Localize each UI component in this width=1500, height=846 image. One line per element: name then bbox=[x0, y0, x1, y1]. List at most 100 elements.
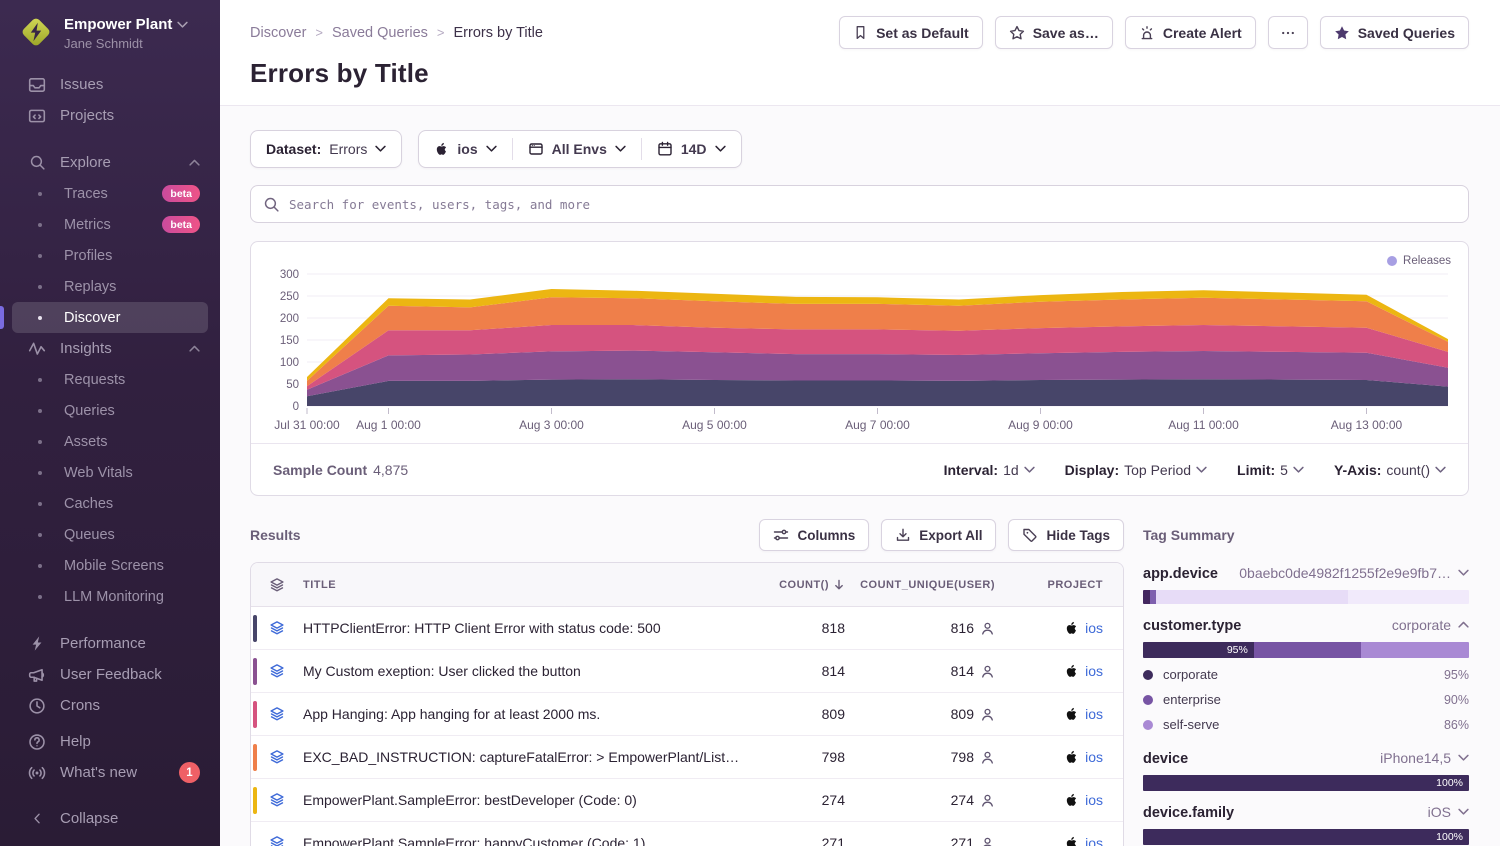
sidebar-item-label: Crons bbox=[60, 697, 100, 714]
sidebar-item-whats-new[interactable]: What's new1 bbox=[12, 757, 208, 788]
project-link[interactable]: ios bbox=[1064, 620, 1103, 636]
sidebar-item-queries[interactable]: Queries bbox=[12, 395, 208, 426]
project-link[interactable]: ios bbox=[1064, 706, 1103, 722]
column-header-count[interactable]: COUNT() bbox=[763, 579, 863, 591]
sidebar-item-mobile-screens[interactable]: Mobile Screens bbox=[12, 550, 208, 581]
column-header-project[interactable]: PROJECT bbox=[1013, 579, 1121, 591]
sidebar-item-crons[interactable]: Crons bbox=[12, 690, 208, 721]
display-value: Top Period bbox=[1124, 462, 1191, 478]
tag-top-value[interactable]: iOS bbox=[1428, 804, 1469, 820]
sidebar-item-label: Queries bbox=[64, 403, 115, 419]
bullet-icon bbox=[38, 316, 42, 320]
table-row[interactable]: EmpowerPlant.SampleError: bestDeveloper … bbox=[251, 779, 1123, 822]
sidebar-item-issues[interactable]: Issues bbox=[12, 69, 208, 100]
count-unique-value: 816 bbox=[951, 620, 974, 636]
chart-legend-releases[interactable]: Releases bbox=[1387, 255, 1451, 267]
sidebar-item-llm-monitoring[interactable]: LLM Monitoring bbox=[12, 581, 208, 612]
sidebar-item-assets[interactable]: Assets bbox=[12, 426, 208, 457]
y-axis-label: Y-Axis: bbox=[1334, 462, 1381, 478]
column-header-count-unique[interactable]: COUNT_UNIQUE(USER) bbox=[863, 579, 1013, 591]
results-heading: Results bbox=[250, 527, 301, 543]
date-range-filter[interactable]: 14D bbox=[642, 131, 741, 167]
project-link[interactable]: ios bbox=[1064, 835, 1103, 846]
count-value: 271 bbox=[763, 835, 863, 846]
tag-top-value[interactable]: corporate bbox=[1392, 617, 1469, 633]
sidebar-item-label: Discover bbox=[64, 310, 120, 326]
sidebar-item-traces[interactable]: Tracesbeta bbox=[12, 178, 208, 209]
count-unique-value: 274 bbox=[951, 792, 974, 808]
set-as-default-button[interactable]: Set as Default bbox=[839, 16, 983, 49]
sidebar-item-web-vitals[interactable]: Web Vitals bbox=[12, 457, 208, 488]
clock-icon bbox=[28, 697, 46, 715]
display-control[interactable]: Display:Top Period bbox=[1065, 462, 1207, 478]
org-switcher[interactable]: Empower Plant Jane Schmidt bbox=[12, 14, 208, 51]
error-title: HTTPClientError: HTTP Client Error with … bbox=[303, 620, 661, 636]
project-link[interactable]: ios bbox=[1064, 663, 1103, 679]
count-value: 818 bbox=[763, 620, 863, 636]
column-header-title[interactable]: TITLE bbox=[303, 579, 763, 591]
table-row[interactable]: EXC_BAD_INSTRUCTION: captureFatalError: … bbox=[251, 736, 1123, 779]
table-row[interactable]: HTTPClientError: HTTP Client Error with … bbox=[251, 607, 1123, 650]
chevron-up-icon bbox=[189, 159, 200, 167]
legend-dot bbox=[1143, 720, 1153, 730]
table-row[interactable]: App Hanging: App hanging for at least 20… bbox=[251, 693, 1123, 736]
sidebar-item-replays[interactable]: Replays bbox=[12, 271, 208, 302]
sidebar-item-requests[interactable]: Requests bbox=[12, 364, 208, 395]
sidebar-item-label: Issues bbox=[60, 76, 103, 93]
sidebar-item-profiles[interactable]: Profiles bbox=[12, 240, 208, 271]
sidebar-item-explore[interactable]: Explore bbox=[12, 147, 208, 178]
project-link[interactable]: ios bbox=[1064, 749, 1103, 765]
sidebar-item-caches[interactable]: Caches bbox=[12, 488, 208, 519]
legend-dot bbox=[1143, 670, 1153, 680]
limit-control[interactable]: Limit:5 bbox=[1237, 462, 1304, 478]
sidebar-item-metrics[interactable]: Metricsbeta bbox=[12, 209, 208, 240]
breadcrumb-discover[interactable]: Discover bbox=[250, 25, 306, 41]
sidebar-item-user-feedback[interactable]: User Feedback bbox=[12, 659, 208, 690]
hide-tags-button[interactable]: Hide Tags bbox=[1008, 519, 1124, 551]
bookmark-icon bbox=[853, 25, 868, 40]
tag-top-value[interactable]: iPhone14,5 bbox=[1380, 750, 1469, 766]
dataset-selector[interactable]: Dataset: Errors bbox=[250, 130, 402, 168]
saved-queries-button[interactable]: Saved Queries bbox=[1320, 16, 1469, 49]
breadcrumb-saved-queries[interactable]: Saved Queries bbox=[332, 25, 428, 41]
environment-filter[interactable]: All Envs bbox=[513, 131, 641, 167]
tag-top-value[interactable]: 0baebc0de4982f1255f2e9e9fb7… bbox=[1239, 565, 1469, 581]
table-row[interactable]: My Custom exeption: User clicked the but… bbox=[251, 650, 1123, 693]
apple-icon bbox=[1064, 750, 1079, 765]
beta-badge: beta bbox=[162, 185, 200, 202]
siren-icon bbox=[1139, 25, 1155, 41]
bullet-icon bbox=[38, 564, 42, 568]
sidebar-item-performance[interactable]: Performance bbox=[12, 628, 208, 659]
apple-icon bbox=[1064, 707, 1079, 722]
legend-label: enterprise bbox=[1163, 692, 1221, 707]
save-as-button[interactable]: Save as… bbox=[995, 16, 1113, 49]
more-button[interactable] bbox=[1268, 16, 1308, 49]
interval-control[interactable]: Interval:1d bbox=[944, 462, 1035, 478]
legend-percent: 90% bbox=[1444, 693, 1469, 707]
sidebar-item-label: Mobile Screens bbox=[64, 558, 164, 574]
y-axis-control[interactable]: Y-Axis:count() bbox=[1334, 462, 1446, 478]
project-filter[interactable]: ios bbox=[419, 131, 511, 167]
create-alert-button[interactable]: Create Alert bbox=[1125, 16, 1256, 49]
search-input[interactable] bbox=[289, 197, 1456, 212]
sidebar-item-insights[interactable]: Insights bbox=[12, 333, 208, 364]
sidebar-item-label: Profiles bbox=[64, 248, 112, 264]
tag-value-text: iOS bbox=[1428, 804, 1451, 820]
issues-icon bbox=[28, 76, 46, 94]
project-link[interactable]: ios bbox=[1064, 792, 1103, 808]
svg-text:Aug 11 00:00: Aug 11 00:00 bbox=[1168, 418, 1239, 432]
tag-distribution-bar bbox=[1143, 590, 1469, 604]
export-all-button[interactable]: Export All bbox=[881, 519, 996, 551]
columns-button[interactable]: Columns bbox=[759, 519, 869, 551]
error-title: EmpowerPlant.SampleError: bestDeveloper … bbox=[303, 792, 637, 808]
sidebar-collapse-button[interactable]: Collapse bbox=[12, 803, 208, 834]
project-filter-value: ios bbox=[457, 141, 477, 157]
sidebar-item-discover[interactable]: Discover bbox=[12, 302, 208, 333]
tag-bar-segment bbox=[1348, 590, 1469, 604]
page-header: Discover > Saved Queries > Errors by Tit… bbox=[220, 0, 1500, 106]
sidebar-item-help[interactable]: Help bbox=[12, 726, 208, 757]
sidebar-item-queues[interactable]: Queues bbox=[12, 519, 208, 550]
table-row[interactable]: EmpowerPlant.SampleError: happyCustomer … bbox=[251, 822, 1123, 846]
series-color-bar bbox=[253, 744, 257, 771]
sidebar-item-projects[interactable]: Projects bbox=[12, 100, 208, 131]
